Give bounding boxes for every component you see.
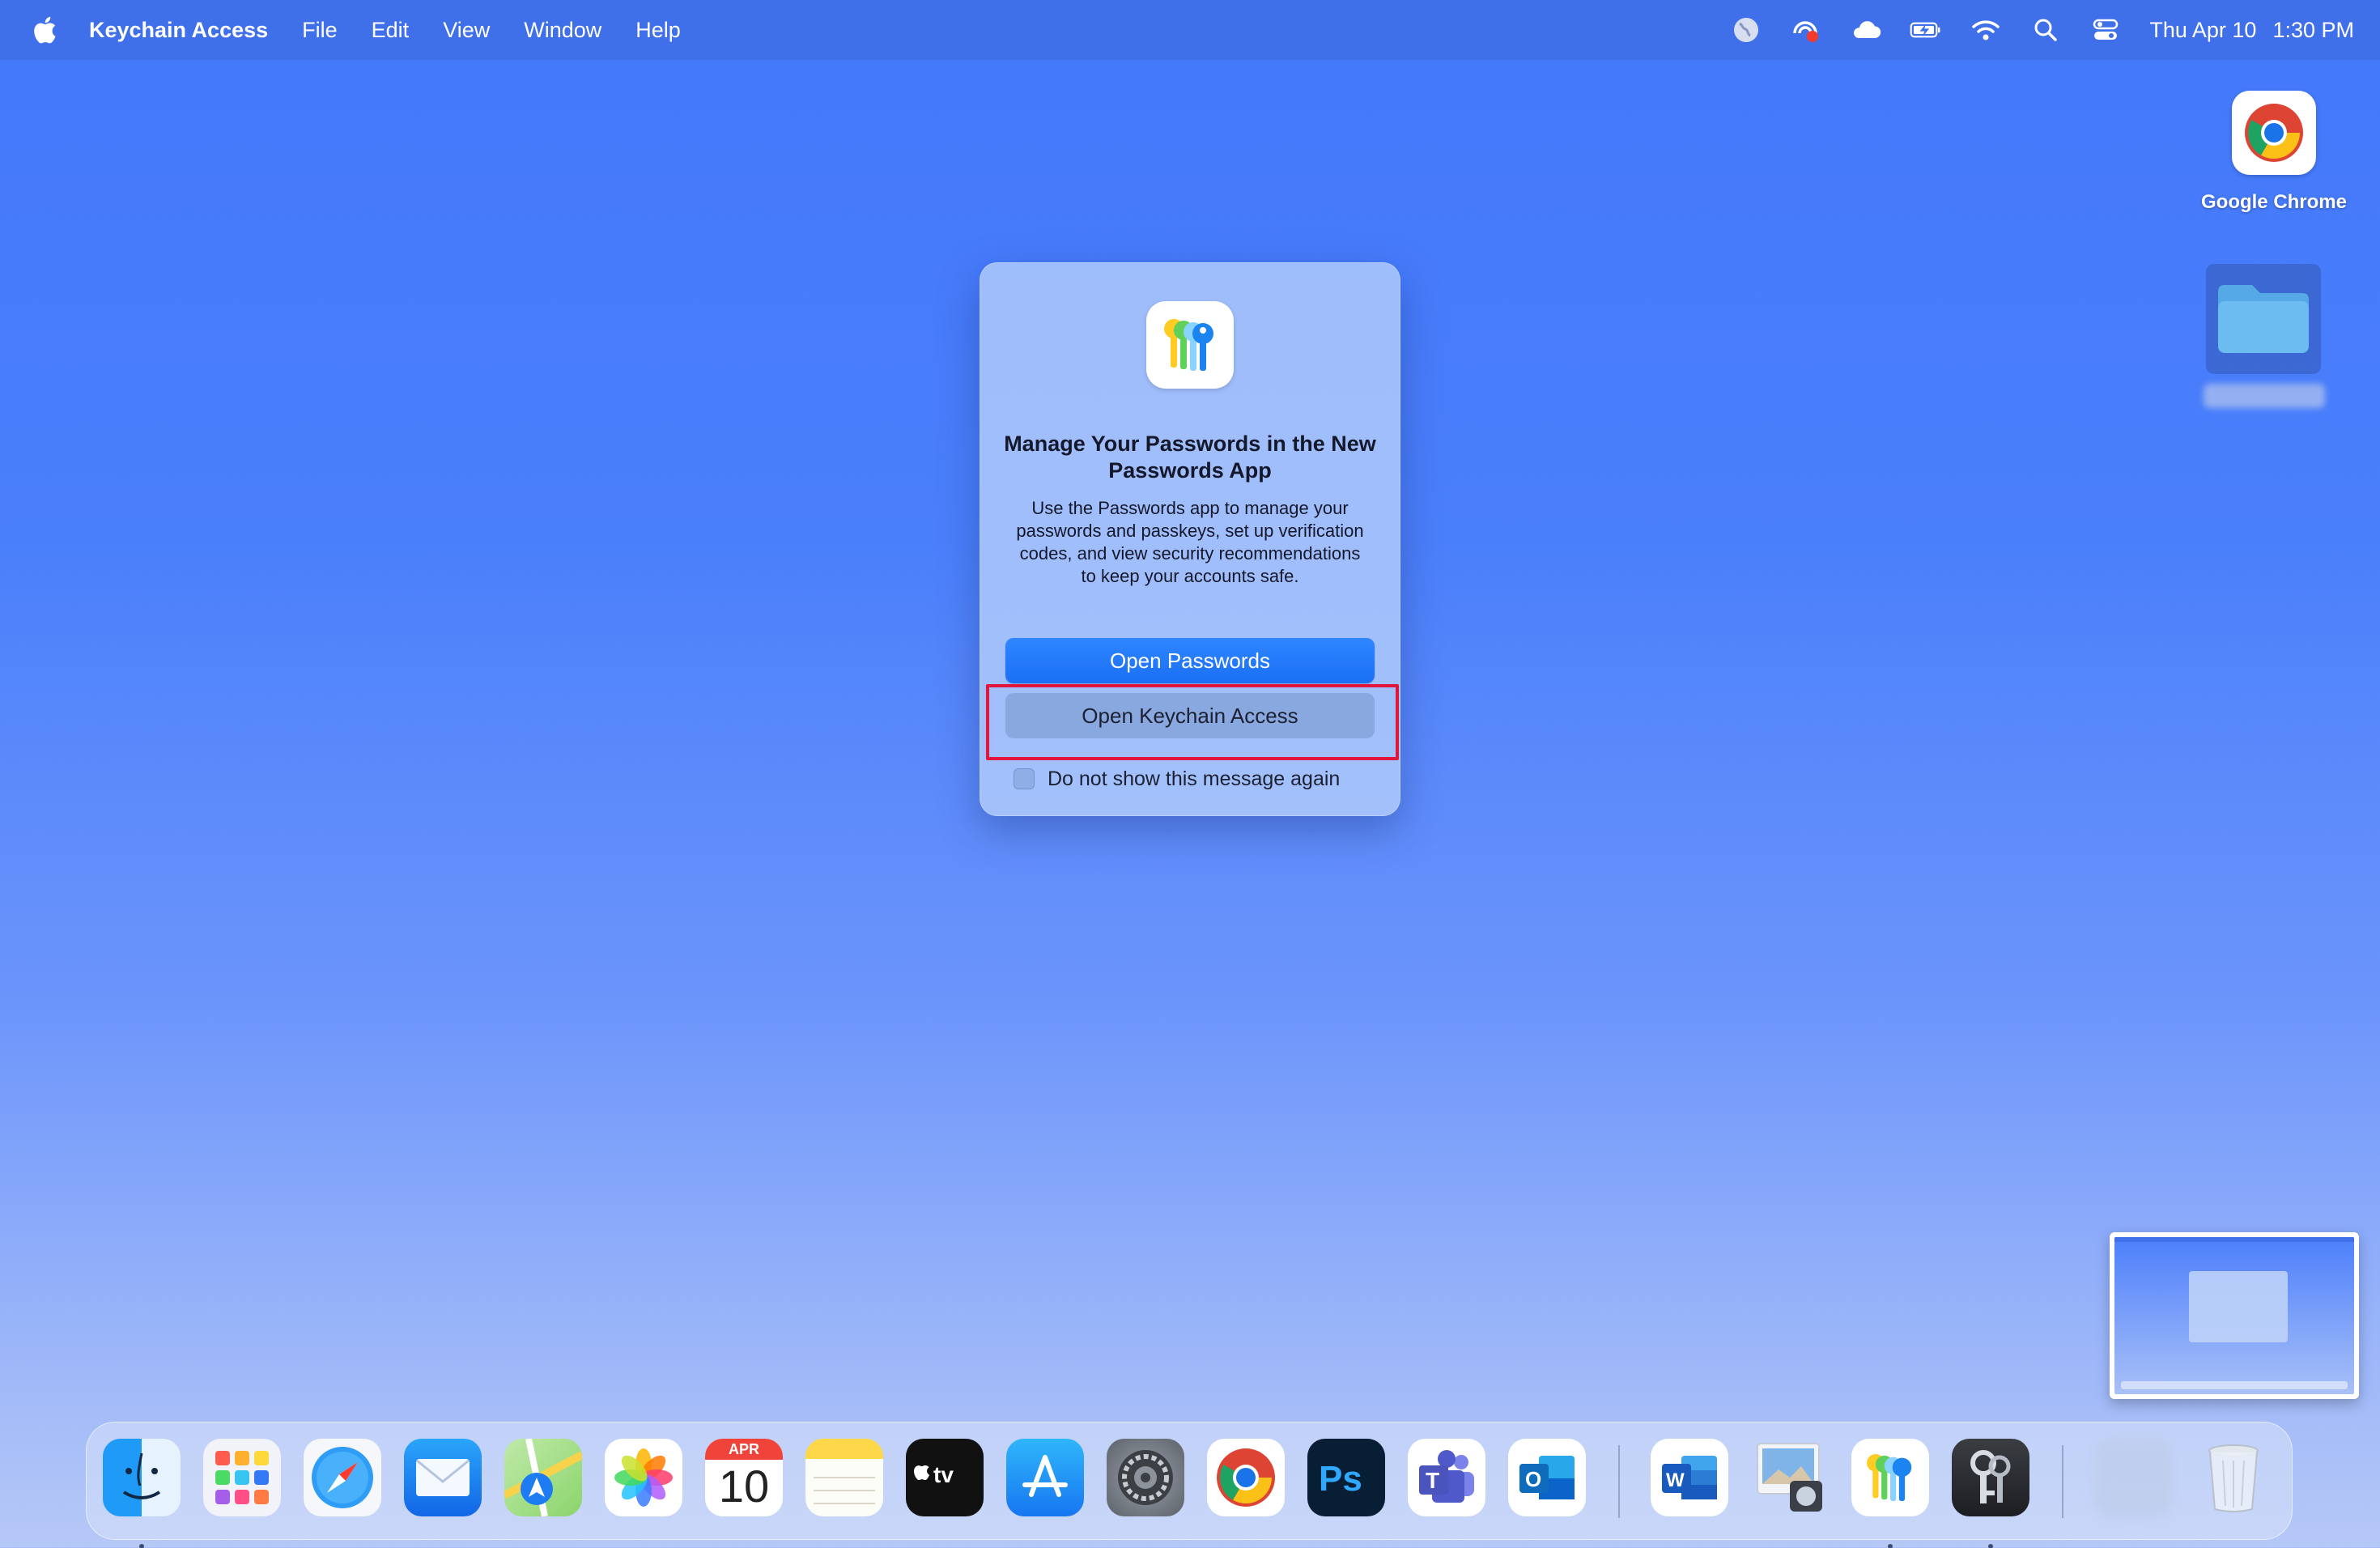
search-icon[interactable]: [2029, 14, 2062, 46]
system-settings-icon: [1107, 1439, 1184, 1516]
passwords-app-icon: [1146, 301, 1234, 389]
menu-bar: Keychain Access File Edit View Window He…: [0, 0, 2380, 60]
desktop-icon-label-blurred: [2204, 384, 2325, 408]
dock-separator: [2062, 1445, 2063, 1518]
screen-record-icon[interactable]: [1790, 14, 1822, 46]
notes-icon: [805, 1439, 883, 1516]
dock-apple-tv[interactable]: tv: [904, 1437, 985, 1518]
preview-icon: [1751, 1439, 1829, 1516]
thumbnail-menubar: [2114, 1237, 2354, 1242]
dock-calendar[interactable]: APR 10: [703, 1437, 784, 1518]
running-indicator: [139, 1544, 144, 1548]
menu-edit[interactable]: Edit: [372, 18, 410, 43]
finder-icon: [103, 1439, 181, 1516]
open-passwords-button[interactable]: Open Passwords: [1005, 638, 1375, 683]
dock-notes[interactable]: [804, 1437, 885, 1518]
apple-logo-icon[interactable]: [32, 15, 57, 45]
maps-icon: [504, 1439, 582, 1516]
dock-chrome[interactable]: [1205, 1437, 1286, 1518]
photos-icon: [605, 1439, 682, 1516]
thumbnail-dialog: [2189, 1271, 2288, 1342]
dont-show-again-row[interactable]: Do not show this message again: [1014, 766, 1340, 792]
dock-system-settings[interactable]: [1105, 1437, 1186, 1518]
wifi-icon[interactable]: [1970, 14, 2002, 46]
desktop-google-chrome[interactable]: Google Chrome: [2182, 91, 2365, 214]
dock-mail[interactable]: [402, 1437, 483, 1518]
dock-app-store[interactable]: [1005, 1437, 1086, 1518]
mail-icon: [404, 1439, 482, 1516]
dock-trash[interactable]: [2193, 1437, 2274, 1518]
chrome-icon: [2232, 91, 2316, 175]
passwords-icon: [1851, 1439, 1929, 1516]
menu-window[interactable]: Window: [524, 18, 601, 43]
dock-separator: [1618, 1445, 1620, 1518]
dock-downloads-stack[interactable]: [2093, 1437, 2174, 1518]
screenshot-thumbnail-preview[interactable]: [2110, 1232, 2359, 1399]
calendar-icon: APR 10: [705, 1439, 783, 1516]
outlook-icon: O: [1508, 1439, 1586, 1516]
dock-passwords[interactable]: [1850, 1437, 1931, 1548]
dialog-title: Manage Your Passwords in the New Passwor…: [1004, 432, 1376, 483]
running-indicator: [1988, 1544, 1993, 1548]
photoshop-icon: Ps: [1307, 1439, 1385, 1516]
keychain-access-icon: [1952, 1439, 2029, 1516]
globe-icon[interactable]: [1730, 14, 1762, 46]
dock-maps[interactable]: [503, 1437, 584, 1518]
thumbnail-dock: [2121, 1381, 2348, 1389]
menu-file[interactable]: File: [302, 18, 338, 43]
chrome-icon: [1207, 1439, 1285, 1516]
svg-text:Ps: Ps: [1319, 1459, 1362, 1499]
dock-photos[interactable]: [603, 1437, 684, 1518]
svg-text:O: O: [1525, 1467, 1541, 1491]
word-icon: W: [1651, 1439, 1728, 1516]
desktop-folder[interactable]: [2204, 264, 2325, 408]
dock-launchpad[interactable]: [202, 1437, 283, 1518]
dock-outlook[interactable]: O: [1507, 1437, 1587, 1518]
dock-keychain-access[interactable]: [1950, 1437, 2031, 1548]
menu-clock[interactable]: Thu Apr 10 1:30 PM: [2149, 18, 2354, 43]
dock-finder[interactable]: [101, 1437, 182, 1548]
dock: APR 10 tv Ps T O W: [86, 1422, 2293, 1548]
dialog-message: Use the Passwords app to manage your pas…: [1016, 498, 1364, 586]
svg-text:T: T: [1426, 1468, 1439, 1493]
app-store-icon: [1006, 1439, 1084, 1516]
teams-icon: T: [1408, 1439, 1485, 1516]
dock-word[interactable]: W: [1649, 1437, 1730, 1518]
annotation-highlight-box: [986, 684, 1399, 760]
apple-tv-icon: tv: [906, 1439, 984, 1516]
svg-text:tv: tv: [933, 1462, 954, 1487]
calendar-day: 10: [718, 1461, 770, 1512]
dont-show-again-label[interactable]: Do not show this message again: [1048, 768, 1340, 791]
dont-show-again-checkbox[interactable]: [1014, 768, 1035, 789]
icloud-icon[interactable]: [1850, 14, 1882, 46]
desktop-icon-label: Google Chrome: [2200, 191, 2347, 213]
trash-icon: [2195, 1439, 2272, 1516]
safari-icon: [304, 1439, 381, 1516]
battery-charging-icon[interactable]: [1910, 14, 1942, 46]
running-indicator: [1888, 1544, 1893, 1548]
svg-text:W: W: [1666, 1469, 1685, 1491]
menu-help[interactable]: Help: [635, 18, 681, 43]
dock-preview[interactable]: [1749, 1437, 1830, 1518]
dock-teams[interactable]: T: [1406, 1437, 1487, 1518]
folder-icon: [2206, 264, 2321, 374]
dock-photoshop[interactable]: Ps: [1306, 1437, 1387, 1518]
thumbnail-image: [2114, 1237, 2354, 1394]
downloads-stack-icon: [2094, 1439, 2172, 1516]
clock-date: Thu Apr 10: [2149, 17, 2257, 42]
menu-app-name[interactable]: Keychain Access: [89, 18, 268, 43]
menu-view[interactable]: View: [443, 18, 490, 43]
launchpad-icon: [203, 1439, 281, 1516]
calendar-month: APR: [705, 1439, 783, 1460]
clock-time: 1:30 PM: [2272, 17, 2354, 42]
control-center-icon[interactable]: [2089, 14, 2122, 46]
dock-safari[interactable]: [302, 1437, 383, 1518]
